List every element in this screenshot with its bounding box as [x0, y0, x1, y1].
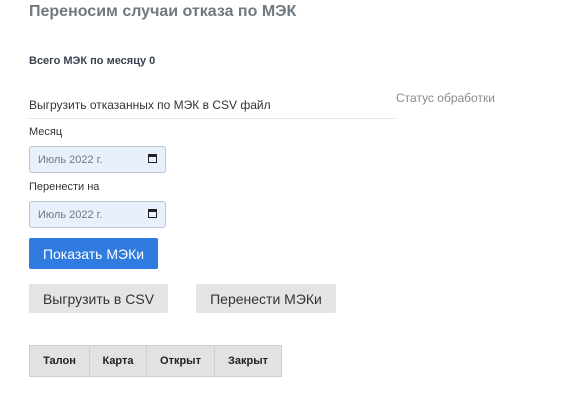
- transfer-date-value: Июль 2022 г.: [38, 209, 103, 221]
- export-csv-button[interactable]: Выгрузить в CSV: [29, 284, 168, 313]
- status-label: Статус обработки: [396, 91, 495, 105]
- table-header-row: Талон Карта Открыт Закрыт: [29, 345, 282, 377]
- page-title: Переносим случаи отказа по МЭК: [29, 3, 297, 20]
- export-section-label: Выгрузить отказанных по МЭК в CSV файл: [29, 98, 271, 112]
- column-header-card: Карта: [89, 345, 147, 377]
- calendar-icon[interactable]: [148, 209, 157, 218]
- mek-table: Талон Карта Открыт Закрыт: [29, 345, 282, 377]
- month-date-value: Июль 2022 г.: [38, 154, 103, 166]
- total-mek-count: Всего МЭК по месяцу 0: [29, 55, 156, 67]
- transfer-date-input[interactable]: Июль 2022 г.: [29, 201, 166, 228]
- month-label: Месяц: [29, 126, 63, 138]
- column-header-talon: Талон: [29, 345, 90, 377]
- transfer-to-label: Перенести на: [29, 181, 100, 193]
- month-date-input[interactable]: Июль 2022 г.: [29, 146, 166, 173]
- column-header-closed: Закрыт: [214, 345, 282, 377]
- calendar-icon[interactable]: [148, 154, 157, 163]
- divider: [29, 118, 395, 119]
- column-header-opened: Открыт: [146, 345, 215, 377]
- transfer-mek-button[interactable]: Перенести МЭКи: [196, 284, 336, 313]
- show-mek-button[interactable]: Показать МЭКи: [29, 238, 158, 269]
